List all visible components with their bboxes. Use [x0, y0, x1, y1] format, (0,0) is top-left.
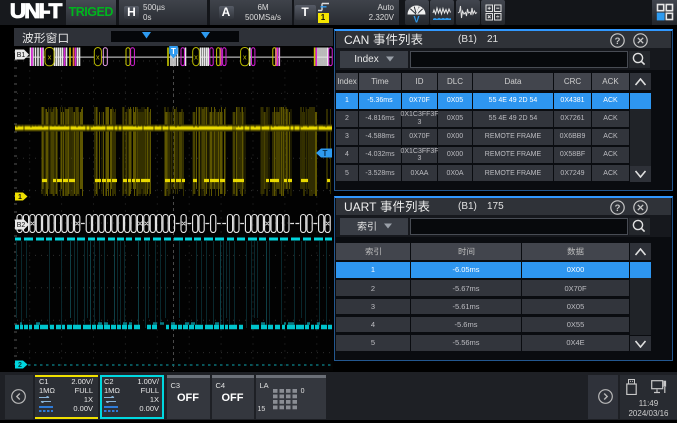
svg-text:T: T — [323, 149, 328, 158]
svg-text:T: T — [171, 47, 176, 56]
svg-text:B2: B2 — [17, 222, 26, 229]
svg-text:x: x — [96, 53, 100, 62]
svg-text:V: V — [413, 14, 419, 23]
svg-text:?: ? — [615, 36, 621, 47]
svg-text:2: 2 — [18, 362, 22, 369]
svg-text:B1: B1 — [17, 52, 26, 59]
svg-text:x: x — [194, 53, 198, 62]
svg-text:x: x — [243, 53, 247, 62]
svg-text:?: ? — [615, 203, 621, 214]
svg-text:x: x — [48, 53, 52, 62]
svg-text:1: 1 — [18, 194, 22, 201]
